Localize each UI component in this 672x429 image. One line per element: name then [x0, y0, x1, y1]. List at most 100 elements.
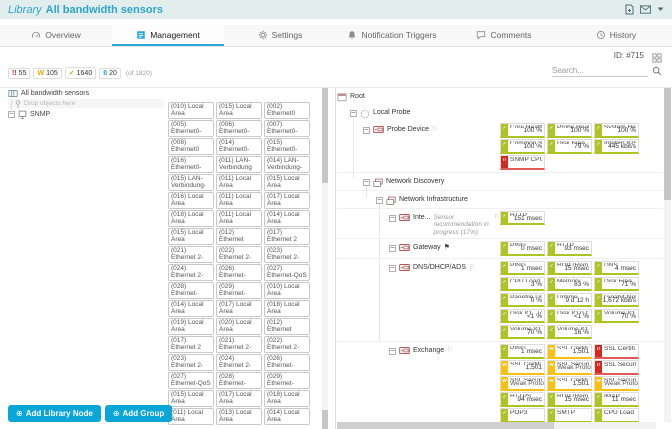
- tab-history[interactable]: History: [560, 25, 672, 46]
- scrollbar-thumb[interactable]: [322, 410, 328, 429]
- tab-management[interactable]: Management: [112, 25, 224, 46]
- add-library-node-button[interactable]: ⊕ Add Library Node: [8, 405, 101, 422]
- library-sensor-item[interactable]: (012) Ethernet Traffic: [264, 318, 310, 335]
- library-sensor-item[interactable]: (011) Local Area: [216, 210, 262, 227]
- library-sensor-item[interactable]: (023) Ethernet 2-WFP 802.3: [168, 354, 214, 371]
- sensor-box[interactable]: ✓RDP (Rem...15 msec: [547, 260, 592, 275]
- collapse-toggle-icon[interactable]: −: [389, 347, 396, 355]
- right-panel-scrollbar[interactable]: [664, 88, 671, 422]
- sensor-box[interactable]: !!SNMP CPU...: [500, 155, 545, 170]
- library-sensor-item[interactable]: (018) Local Area: [168, 210, 214, 227]
- sensor-box[interactable]: WSSL Securi...Weak Proto...: [500, 376, 545, 391]
- library-sensor-item[interactable]: (018) Local Area: [264, 390, 310, 407]
- tree-node-label[interactable]: Gateway: [413, 244, 441, 251]
- tree-node-label[interactable]: Root: [350, 93, 365, 100]
- library-sensor-item[interactable]: (016) Ethernet0-WFP 802.3: [168, 156, 214, 173]
- library-sensor-item[interactable]: (017) Ethernet 2 Traffic: [264, 228, 310, 245]
- sensor-box[interactable]: ✓Volume IO ...70 %: [594, 308, 639, 323]
- library-sensor-item[interactable]: (014) LAN-Verbindung-QoS: [264, 156, 310, 173]
- status-badge-ok[interactable]: ✓ 1640: [64, 67, 97, 79]
- sensor-box[interactable]: WSSL Securi...Weak Proto...: [594, 376, 639, 391]
- library-sensor-item[interactable]: (020) Local Area: [216, 318, 262, 335]
- library-sensor-item[interactable]: (021) Ethernet 2-Network: [216, 336, 262, 353]
- sensor-box[interactable]: !!SSL Securi...: [594, 360, 639, 375]
- sensor-box[interactable]: WSSL Certifi...1,501: [547, 344, 592, 359]
- caret-down-icon[interactable]: [657, 7, 664, 12]
- library-sensor-item[interactable]: (012) Ethernet Traffic: [216, 228, 262, 245]
- library-sensor-item[interactable]: (014) Local Area: [264, 408, 310, 425]
- sensor-box[interactable]: ✓Probe Heal...100 %: [547, 123, 592, 138]
- library-sensor-item[interactable]: (026) Ethernet-Network: [264, 354, 310, 371]
- tree-node-label[interactable]: Probe Device: [387, 126, 429, 133]
- report-icon[interactable]: [625, 4, 634, 15]
- library-sensor-item[interactable]: (028) Ethernet-WFP 802.3: [168, 282, 214, 299]
- sensor-box[interactable]: ✓Core Health100 %: [500, 123, 545, 138]
- sensor-box[interactable]: ✓Volume IO ...70 %: [500, 324, 545, 339]
- sensor-box[interactable]: ✓Disk IO _To...<1 %: [500, 308, 545, 323]
- scrollbar-thumb[interactable]: [664, 88, 671, 200]
- library-sensor-item[interactable]: (011) Local Area: [216, 174, 262, 191]
- sensor-box[interactable]: ✓PING0 msec: [500, 241, 545, 256]
- library-root-node[interactable]: All bandwidth sensors: [8, 88, 322, 99]
- tab-overview[interactable]: Overview: [0, 25, 112, 46]
- library-sensor-item[interactable]: (006) Ethernet0-QoS Packet: [216, 120, 262, 137]
- library-sensor-item[interactable]: (011) LAN-Verbindung: [216, 156, 262, 173]
- sensor-box[interactable]: ✓Disk IO 0 C:<1 %: [547, 308, 592, 323]
- tree-node-label[interactable]: Network Infrastructure: [399, 196, 468, 203]
- collapse-toggle-icon[interactable]: −: [389, 244, 396, 252]
- library-sensor-item[interactable]: (010) Local Area: [264, 282, 310, 299]
- sensor-box[interactable]: ✓Disk Free71 %: [594, 276, 639, 291]
- library-sensor-item[interactable]: (015) Local Area: [216, 102, 262, 119]
- library-sensor-item[interactable]: (029) Ethernet-WFP Native: [216, 282, 262, 299]
- sensor-box[interactable]: ✓HTTPS94 msec: [500, 392, 545, 407]
- sensor-box[interactable]: ✓Volume IO ...16 %: [547, 324, 592, 339]
- tab-notification-triggers[interactable]: Notification Triggers: [336, 25, 448, 46]
- sensor-box[interactable]: ✓ CPU Load: [594, 408, 639, 422]
- library-sensor-item[interactable]: (014) Local Area: [168, 300, 214, 317]
- sensor-box[interactable]: ✓HTTP93 msec: [547, 241, 592, 256]
- library-sensor-item[interactable]: (015) LAN-Verbindung-: [168, 174, 214, 191]
- library-sensor-item[interactable]: (017) Ethernet 2 Traffic: [168, 336, 214, 353]
- breadcrumb-library[interactable]: Library: [8, 4, 42, 16]
- sensor-box[interactable]: ✓Intel[R] 825...445 kbit/s: [594, 139, 639, 154]
- library-sensor-item[interactable]: (011) Local Area: [216, 192, 262, 209]
- horizontal-scrollbar[interactable]: [337, 422, 656, 429]
- tree-node-label[interactable]: DNS/DHCP/ADS: [413, 264, 466, 271]
- library-sensor-item[interactable]: (017) Local Area: [264, 192, 310, 209]
- tab-settings[interactable]: Settings: [224, 25, 336, 46]
- library-sensor-item[interactable]: (024) Ethernet 2-WFP Native: [168, 264, 214, 281]
- library-sensor-item[interactable]: (022) Ethernet 2-QoS Packet: [216, 246, 262, 263]
- scrollbar-thumb[interactable]: [337, 422, 554, 429]
- library-sensor-item[interactable]: (029) Ethernet-WFP Native: [264, 372, 310, 389]
- sensor-box[interactable]: ✓PING1 msec: [500, 344, 545, 359]
- collapse-toggle-icon[interactable]: −: [389, 263, 396, 272]
- sensor-box[interactable]: ✓Disk Free79 %: [547, 139, 592, 154]
- library-sensor-item[interactable]: (017) Local Area: [216, 390, 262, 407]
- sensor-box[interactable]: ✓Memory83 %: [547, 276, 592, 291]
- sensor-box[interactable]: ✓CPU Load3 %: [500, 276, 545, 291]
- sensor-box[interactable]: !!SSL Certifi...: [594, 344, 639, 359]
- sensor-box[interactable]: ✓ SMTP: [547, 408, 592, 422]
- library-sensor-item[interactable]: (008) Ethernet0 Traffic: [168, 138, 214, 155]
- library-sensor-item[interactable]: (024) Ethernet 2-WFP Native: [216, 354, 262, 371]
- library-sensor-item[interactable]: (002) Ethernet0 Traffic: [264, 102, 310, 119]
- library-sensor-item[interactable]: (005) Ethernet0-WFP Native: [168, 120, 214, 137]
- sensor-box[interactable]: ✓System He...100 %: [594, 123, 639, 138]
- library-sensor-item[interactable]: (013) Local Area: [216, 408, 262, 425]
- tree-node-label[interactable]: Inte...: [413, 214, 431, 221]
- sensor-box[interactable]: ✓Uptime9 d 12 h: [547, 292, 592, 307]
- search-input[interactable]: [552, 65, 648, 77]
- library-sensor-item[interactable]: (019) Local Area: [168, 318, 214, 335]
- sensor-box[interactable]: ✓HTTP151 msec: [500, 210, 545, 225]
- sensor-box[interactable]: ✓Gigabit-Net...1,672 kbit/s: [594, 292, 639, 307]
- status-badge-error[interactable]: !! 55: [8, 67, 31, 79]
- tree-node-label[interactable]: Network Discovery: [386, 178, 444, 185]
- sensor-box[interactable]: WSSL Certifi...1,501: [547, 376, 592, 391]
- library-sensor-item[interactable]: (010) Local Area: [168, 102, 214, 119]
- tab-comments[interactable]: Comments: [448, 25, 560, 46]
- status-badge-paused[interactable]: II 20: [99, 67, 121, 79]
- sensor-box[interactable]: ✓PING1 msec: [500, 260, 545, 275]
- tree-node-label[interactable]: Local Probe: [373, 109, 410, 116]
- library-sensor-item[interactable]: (015) Local Area: [168, 228, 214, 245]
- library-sensor-item[interactable]: (007) Ethernet0-WFP 802.3: [264, 120, 310, 137]
